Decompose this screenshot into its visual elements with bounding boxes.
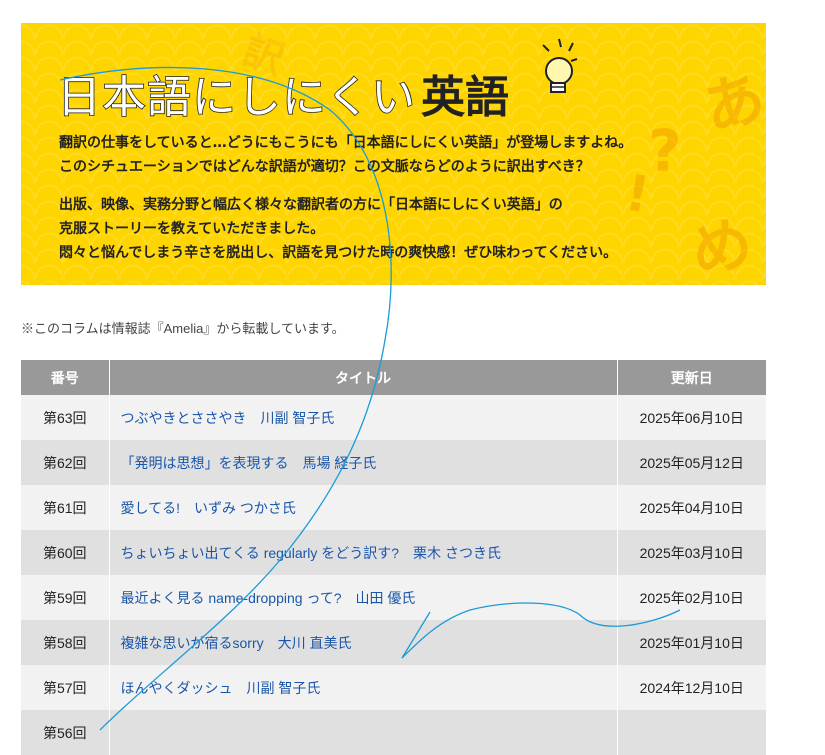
- row-number: 第62回: [21, 440, 110, 485]
- row-number: 第59回: [21, 575, 110, 620]
- banner-intro: 翻訳の仕事をしていると…どうにもこうにも「日本語にしにくい英語」が登場しますよね…: [59, 131, 739, 265]
- header-updated: 更新日: [617, 360, 766, 395]
- banner-title-accent: 英語: [421, 72, 509, 123]
- table-row: 第57回 ほんやくダッシュ 川副 智子氏 2024年12月10日: [21, 665, 766, 710]
- reprint-note: ※このコラムは情報誌『Amelia』から転載しています。: [21, 321, 345, 336]
- intro-line: 悶々と悩んでしまう辛さを脱出し、訳語を見つけた時の爽快感！ぜひ味わってください。: [59, 245, 618, 261]
- table-row: 第56回: [21, 710, 766, 755]
- row-number: 第60回: [21, 530, 110, 575]
- column-banner: 訳 あ ? ! め 日本語にしにくい 英語 翻訳の仕事をしていると…どうにもこう…: [21, 23, 766, 285]
- header-title: タイトル: [109, 360, 618, 395]
- row-date: 2025年06月10日: [617, 395, 766, 440]
- column-list-table: 番号 タイトル 更新日 第63回 つぶやきとささやき 川副 智子氏 2025年0…: [21, 360, 766, 755]
- intro-line: 翻訳の仕事をしていると…どうにもこうにも「日本語にしにくい英語」が登場しますよね…: [59, 135, 633, 151]
- row-date: 2025年03月10日: [617, 530, 766, 575]
- row-number: 第56回: [21, 710, 110, 755]
- table-row: 第60回 ちょいちょい出てくる regularly をどう訳す? 栗木 さつき氏…: [21, 530, 766, 575]
- banner-title-main: 日本語にしにくい: [56, 71, 417, 124]
- row-date: 2025年05月12日: [617, 440, 766, 485]
- row-date: 2025年01月10日: [617, 620, 766, 665]
- row-date: 2025年02月10日: [617, 575, 766, 620]
- intro-line: 出版、映像、実務分野と幅広く様々な翻訳者の方に「日本語にしにくい英語」の: [59, 197, 563, 213]
- row-number: 第61回: [21, 485, 110, 530]
- intro-line: このシチュエーションではどんな訳語が適切？この文脈ならどのように訳出すべき？: [59, 159, 590, 175]
- column-link[interactable]: 「発明は思想」を表現する 馬場 経子氏: [121, 455, 377, 471]
- row-date: 2024年12月10日: [617, 665, 766, 710]
- column-link[interactable]: 複雑な思いが宿るsorry 大川 直美氏: [121, 635, 352, 651]
- table-header-row: 番号 タイトル 更新日: [21, 360, 766, 395]
- row-date: 2025年04月10日: [617, 485, 766, 530]
- row-number: 第58回: [21, 620, 110, 665]
- column-link[interactable]: ちょいちょい出てくる regularly をどう訳す? 栗木 さつき氏: [121, 545, 501, 561]
- table-row: 第58回 複雑な思いが宿るsorry 大川 直美氏 2025年01月10日: [21, 620, 766, 665]
- row-number: 第57回: [21, 665, 110, 710]
- table-row: 第61回 愛してる! いずみ つかさ氏 2025年04月10日: [21, 485, 766, 530]
- column-link[interactable]: つぶやきとささやき 川副 智子氏: [121, 410, 335, 426]
- row-number: 第63回: [21, 395, 110, 440]
- table-row: 第59回 最近よく見る name-dropping って? 山田 優氏 2025…: [21, 575, 766, 620]
- table-row: 第62回 「発明は思想」を表現する 馬場 経子氏 2025年05月12日: [21, 440, 766, 485]
- column-link[interactable]: ほんやくダッシュ 川副 智子氏: [121, 680, 321, 696]
- table-row: 第63回 つぶやきとささやき 川副 智子氏 2025年06月10日: [21, 395, 766, 440]
- column-link[interactable]: 愛してる! いずみ つかさ氏: [121, 500, 296, 516]
- column-link[interactable]: 最近よく見る name-dropping って? 山田 優氏: [121, 590, 416, 606]
- intro-line: 克服ストーリーを教えていただきました。: [59, 221, 325, 237]
- row-date: [617, 710, 766, 755]
- header-number: 番号: [21, 360, 110, 395]
- lightbulb-icon: [542, 38, 578, 93]
